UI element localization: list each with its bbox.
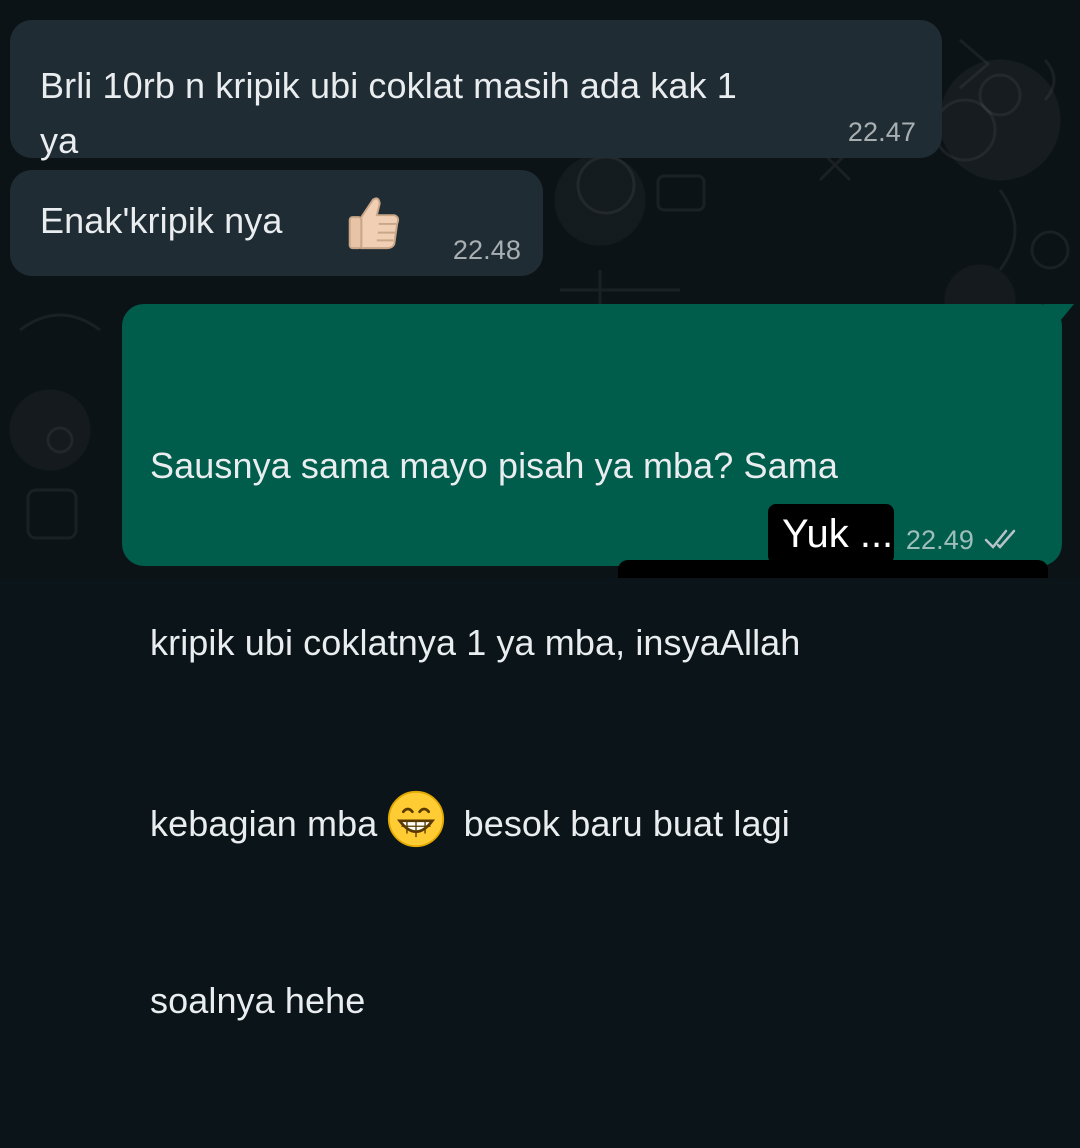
message-line: kebagian mba besok baru buat lagi: [150, 790, 1030, 853]
message-timestamp: 22.48: [452, 235, 521, 265]
sticker-text-overlay-cut: [618, 560, 1048, 578]
message-line: Brli 10rb n kripik ubi coklat masih ada …: [40, 65, 737, 106]
message-text: Enak'kripik nya: [40, 200, 283, 241]
message-text: Brli 10rb n kripik ubi coklat masih ada …: [40, 58, 920, 168]
message-timestamp: 22.47: [847, 117, 916, 147]
incoming-message[interactable]: Enak'kripik nya 22.48: [10, 170, 543, 276]
message-line: kripik ubi coklatnya 1 ya mba, insyaAlla…: [150, 622, 801, 663]
message-line: ya: [40, 120, 79, 161]
message-timestamp: 22.49: [905, 525, 974, 555]
message-text-part: besok baru buat lagi: [463, 803, 790, 844]
thumbs-up-emoji-icon: [348, 197, 400, 250]
outgoing-message[interactable]: Sausnya sama mayo pisah ya mba? Sama kri…: [122, 304, 1074, 1021]
read-receipt-double-check-icon: [984, 529, 1016, 549]
message-text-part: kebagian mba: [150, 803, 378, 844]
incoming-message[interactable]: Brli 10rb n kripik ubi coklat masih ada …: [10, 20, 942, 161]
message-text: Sausnya sama mayo pisah ya mba? Sama kri…: [150, 318, 1030, 1148]
grinning-face-emoji-icon: [388, 790, 445, 848]
bubble-tail: [1044, 304, 1074, 328]
message-line: Sausnya sama mayo pisah ya mba? Sama: [150, 445, 838, 486]
message-line: soalnya hehe: [150, 980, 366, 1021]
sticker-text-overlay: Yuk ...: [768, 504, 894, 564]
